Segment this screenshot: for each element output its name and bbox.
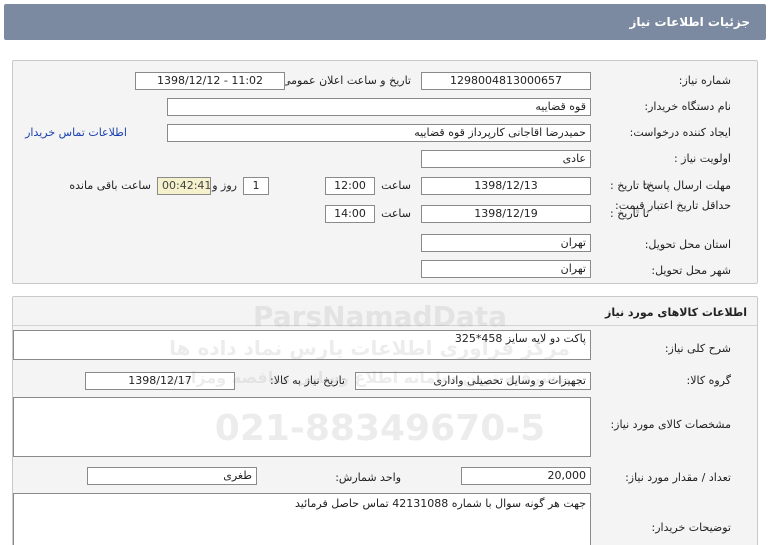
announce-field: 1398/12/12 - 11:02 bbox=[135, 72, 285, 90]
group-label: گروه کالا: bbox=[686, 374, 731, 387]
city-field: تهران bbox=[421, 260, 591, 278]
desc-field: پاکت دو لایه سایز 458*325 bbox=[13, 330, 591, 360]
deadline-to-date-label: تا تاریخ : bbox=[610, 179, 649, 192]
goods-panel: اطلاعات کالاهای مورد نیاز شرح کلی نیاز: … bbox=[12, 296, 758, 545]
remaining-label: ساعت باقی مانده bbox=[69, 179, 151, 192]
qty-field: 20,000 bbox=[461, 467, 591, 485]
creator-field: حمیدرضا اقاجانی کارپرداز قوه قضاییه bbox=[167, 124, 591, 142]
unit-field: طغری bbox=[87, 467, 257, 485]
announce-label: تاریخ و ساعت اعلان عمومی: bbox=[278, 74, 411, 87]
days-label: روز و bbox=[212, 179, 237, 192]
group-field: تجهیزات و وسایل تحصیلی واداری bbox=[355, 372, 591, 390]
need-number-field: 1298004813000657 bbox=[421, 72, 591, 90]
priority-field: عادی bbox=[421, 150, 591, 168]
goods-section-title: اطلاعات کالاهای مورد نیاز bbox=[605, 306, 747, 319]
city-label: شهر محل تحویل: bbox=[651, 264, 731, 277]
deadline-label: مهلت ارسال پاسخ: bbox=[643, 179, 731, 192]
validity-date-field: 1398/12/19 bbox=[421, 205, 591, 223]
buyer-org-field: قوه قضاییه bbox=[167, 98, 591, 116]
province-label: استان محل تحویل: bbox=[644, 238, 731, 251]
buyer-contact-link[interactable]: اطلاعات تماس خریدار bbox=[25, 126, 127, 139]
buyer-org-label: نام دستگاه خریدار: bbox=[644, 100, 731, 113]
unit-label: واحد شمارش: bbox=[335, 471, 401, 484]
creator-label: ایجاد کننده درخواست: bbox=[629, 126, 731, 139]
desc-label: شرح کلی نیاز: bbox=[664, 342, 731, 355]
deadline-date-field: 1398/12/13 bbox=[421, 177, 591, 195]
deadline-time-label: ساعت bbox=[381, 179, 411, 192]
specs-field bbox=[13, 397, 591, 457]
page-title: جزئیات اطلاعات نیاز bbox=[4, 4, 766, 40]
validity-time-field: 14:00 bbox=[325, 205, 375, 223]
buyer-notes-field: جهت هر گونه سوال با شماره 42131088 تماس … bbox=[13, 493, 591, 545]
need-info-panel: شماره نیاز: 1298004813000657 تاریخ و ساع… bbox=[12, 60, 758, 284]
need-number-label: شماره نیاز: bbox=[678, 74, 731, 87]
qty-label: تعداد / مقدار مورد نیاز: bbox=[625, 471, 731, 484]
specs-label: مشخصات کالای مورد نیاز: bbox=[610, 418, 731, 431]
validity-to-date-label: تا تاریخ : bbox=[610, 207, 649, 220]
section-divider bbox=[13, 325, 757, 326]
deadline-time-field: 12:00 bbox=[325, 177, 375, 195]
need-date-field: 1398/12/17 bbox=[85, 372, 235, 390]
remaining-time-field: 00:42:41 bbox=[157, 177, 211, 195]
buyer-notes-label: توضیحات خریدار: bbox=[651, 521, 732, 534]
need-date-label: تاریخ نیاز به کالا: bbox=[270, 374, 345, 387]
validity-time-label: ساعت bbox=[381, 207, 411, 220]
days-field: 1 bbox=[243, 177, 269, 195]
province-field: تهران bbox=[421, 234, 591, 252]
priority-label: اولویت نیاز : bbox=[673, 152, 731, 165]
